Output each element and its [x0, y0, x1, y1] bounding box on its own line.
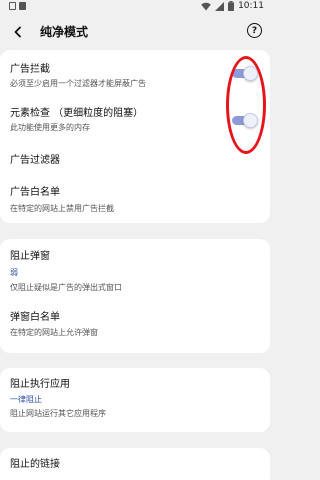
ad-settings-card: 广告拦截 必须至少启用一个过滤器才能屏蔽广告 元素检查 （更细粒度的阻塞） 此功…	[0, 50, 270, 223]
link-settings-card: 阻止的链接	[0, 448, 270, 480]
block-app-row[interactable]: 阻止执行应用 一律阻止 阻止网站运行其它应用程序	[0, 368, 270, 432]
block-link-row[interactable]: 阻止的链接	[0, 448, 270, 480]
block-link-title: 阻止的链接	[10, 459, 60, 470]
page-title: 纯净模式	[40, 25, 89, 39]
ad-filter-row[interactable]: 广告过滤器	[0, 144, 270, 176]
app-bar: 纯净模式 ?	[0, 14, 270, 50]
popup-settings-card: 阻止弹窗 弱 仅阻止疑似是广告的弹出式窗口 弹窗白名单 在特定的网站上允许弹窗	[0, 239, 270, 353]
system-indicators: 10:11	[201, 1, 264, 11]
battery-icon	[228, 1, 235, 11]
popup-whitelist-title: 弹窗白名单	[10, 312, 60, 323]
signal-icon	[215, 1, 225, 11]
ad-block-row[interactable]: 广告拦截 必须至少启用一个过滤器才能屏蔽广告	[0, 50, 270, 97]
block-popup-title: 阻止弹窗	[10, 251, 50, 262]
element-check-title: 元素检查 （更细粒度的阻塞）	[10, 108, 144, 119]
element-check-toggle[interactable]	[230, 111, 260, 129]
notification-icon	[19, 2, 26, 10]
popup-whitelist-subtitle: 在特定的网站上允许弹窗	[10, 328, 98, 337]
ad-whitelist-title: 广告白名单	[10, 187, 60, 198]
wifi-icon	[201, 2, 211, 11]
ad-whitelist-subtitle: 在特定的网站上禁用广告拦截	[10, 204, 114, 213]
ad-block-subtitle: 必须至少启用一个过滤器才能屏蔽广告	[10, 79, 146, 88]
ad-block-toggle[interactable]	[230, 64, 260, 82]
toggle-thumb	[243, 113, 258, 128]
block-popup-row[interactable]: 阻止弹窗 弱 仅阻止疑似是广告的弹出式窗口	[0, 239, 270, 301]
popup-whitelist-row[interactable]: 弹窗白名单 在特定的网站上允许弹窗	[0, 301, 270, 353]
notification-icon	[9, 2, 16, 10]
ad-filter-title: 广告过滤器	[10, 155, 60, 166]
element-check-subtitle: 此功能使用更多的内存	[10, 123, 90, 132]
status-bar: 10:11	[0, 0, 270, 14]
block-popup-subtitle: 仅阻止疑似是广告的弹出式窗口	[10, 283, 122, 292]
toggle-thumb	[243, 66, 258, 81]
block-app-subtitle: 阻止网站运行其它应用程序	[10, 409, 106, 418]
ad-block-title: 广告拦截	[10, 64, 50, 75]
help-icon: ?	[251, 25, 258, 36]
block-app-value: 一律阻止	[10, 395, 42, 404]
help-button[interactable]: ?	[247, 23, 262, 38]
block-popup-value: 弱	[10, 268, 18, 277]
back-arrow-icon	[14, 26, 21, 38]
status-time: 10:11	[238, 1, 264, 11]
notification-icons	[9, 2, 26, 10]
app-settings-card: 阻止执行应用 一律阻止 阻止网站运行其它应用程序	[0, 368, 270, 432]
element-check-row[interactable]: 元素检查 （更细粒度的阻塞） 此功能使用更多的内存	[0, 97, 270, 144]
ad-whitelist-row[interactable]: 广告白名单 在特定的网站上禁用广告拦截	[0, 176, 270, 223]
block-app-title: 阻止执行应用	[10, 379, 70, 390]
back-button[interactable]	[9, 23, 27, 41]
